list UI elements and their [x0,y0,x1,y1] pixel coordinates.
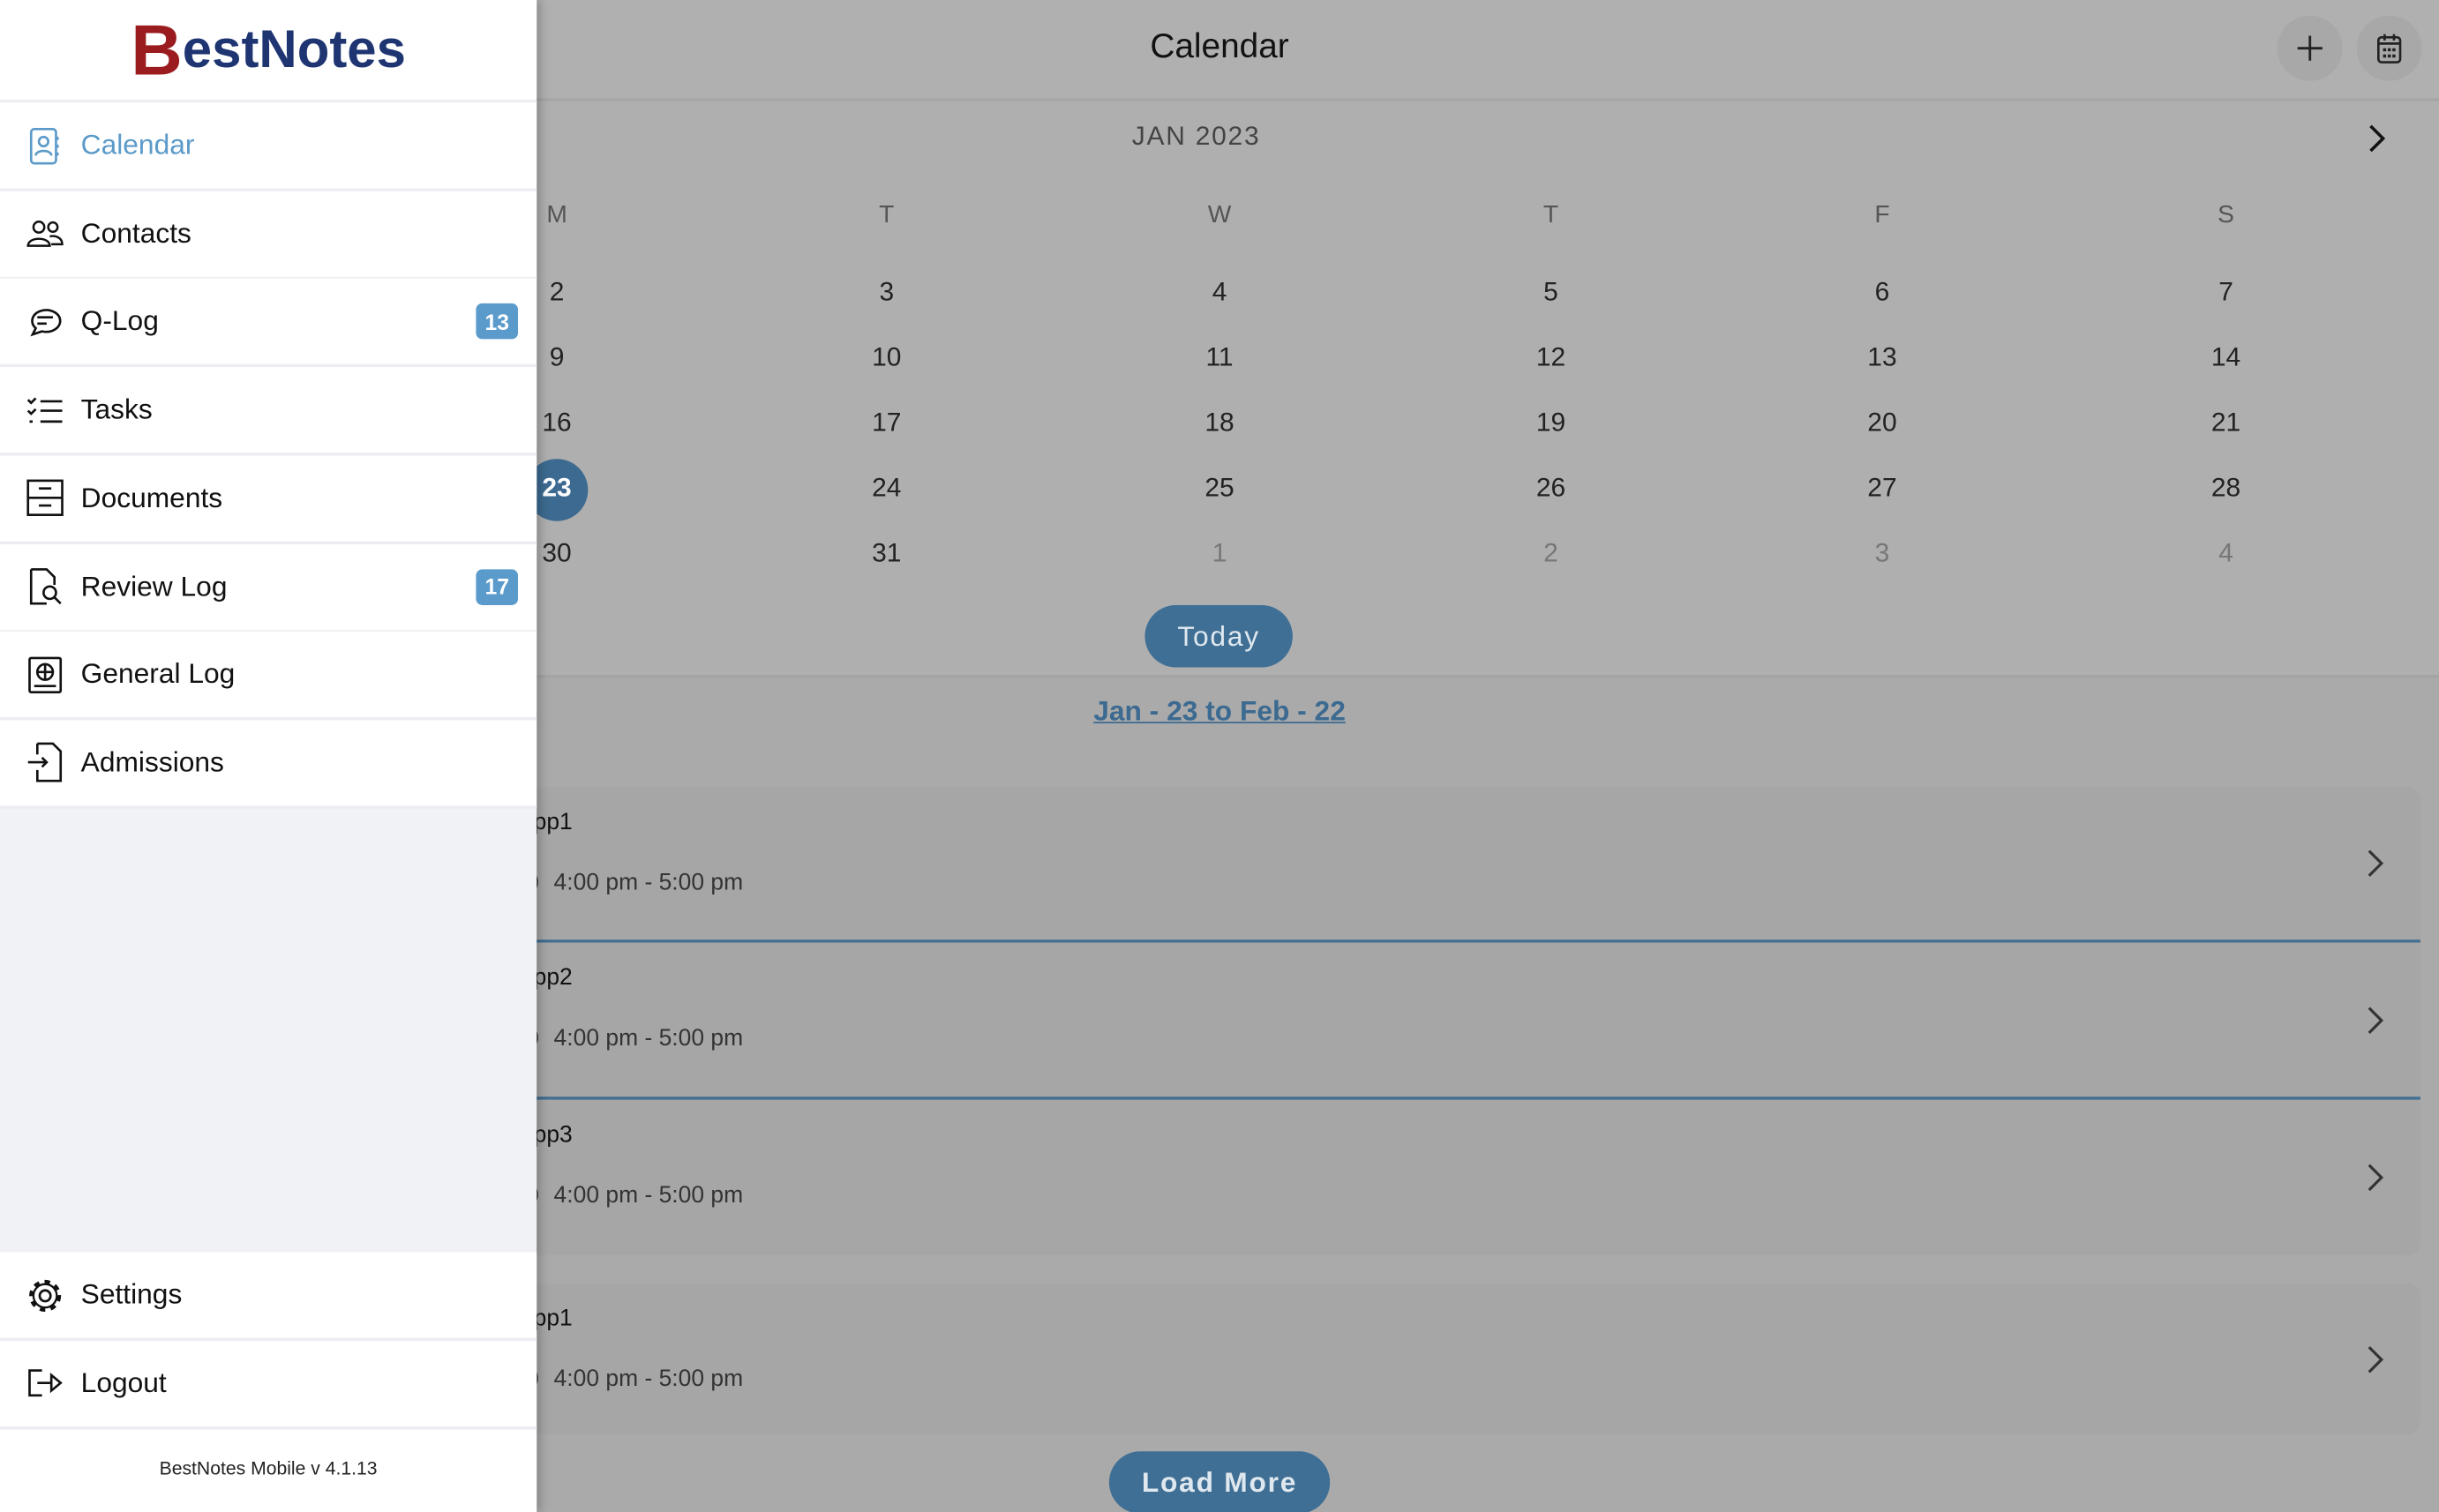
event-title: pp2 [533,964,573,992]
sidebar-item-q-log[interactable]: Q-Log 13 [0,279,537,368]
sidebar-item-calendar[interactable]: Calendar [0,102,537,191]
calendar-day[interactable]: 19 [1505,408,1598,438]
weekday-header: T [879,202,895,229]
sidebar-item-label: Calendar [80,129,195,161]
sidebar-item-contacts[interactable]: Contacts [0,191,537,280]
event-title: pp1 [533,808,573,835]
count-badge: 13 [476,303,519,341]
calendar-day[interactable]: 4 [1173,277,1266,308]
event-card[interactable]: pp1 4:00 pm - 5:00 pm [498,1283,2420,1434]
contact-book-icon [25,125,65,166]
app-screen: Calendar JAN 2023 M T W T F S 2 3 4 5 6 7 9 10 11 12 13 1… [0,0,2439,1512]
calendar-day[interactable]: 17 [840,408,934,438]
chevron-right-icon [2364,1162,2386,1201]
event-title: pp3 [533,1121,573,1149]
calendar-day[interactable]: 12 [1505,342,1598,373]
calendar-day[interactable]: 10 [840,342,934,373]
add-button[interactable] [2277,15,2343,81]
calendar-day[interactable]: 27 [1835,473,1929,504]
calendar-day[interactable]: 26 [1505,473,1598,504]
calendar-picker-button[interactable] [2356,15,2422,81]
plus-icon [2297,35,2323,61]
sidebar-item-label: Contacts [80,217,191,249]
sidebar-item-settings[interactable]: Settings [0,1252,537,1342]
sidebar-item-general-log[interactable]: General Log [0,632,537,721]
sidebar-item-admissions[interactable]: Admissions [0,720,537,809]
event-time: 4:00 pm - 5:00 pm [553,1366,744,1393]
sidebar-item-label: Tasks [80,393,153,425]
calendar-day[interactable]: 25 [1173,473,1266,504]
calendar-day[interactable]: 13 [1835,342,1929,373]
sidebar: BestNotes Calendar Contacts Q-Log 13 Tasks Do… [0,0,537,1512]
event-time: 4:00 pm - 5:00 pm [553,1025,744,1052]
sidebar-item-label: Admissions [80,746,224,778]
weekday-header: W [1207,202,1232,229]
sidebar-item-tasks[interactable]: Tasks [0,367,537,456]
today-button[interactable]: Today [1144,604,1293,668]
logo: BestNotes [0,0,537,103]
sidebar-item-logout[interactable]: Logout [0,1340,537,1430]
calendar-day[interactable]: 6 [1835,277,1929,308]
event-card[interactable]: pp3 4:00 pm - 5:00 pm [498,1099,2420,1256]
users-icon [25,213,65,254]
calendar-day[interactable]: 24 [840,473,934,504]
calendar-day[interactable]: 5 [1505,277,1598,308]
month-label: JAN 2023 [1131,121,1261,152]
logout-icon [25,1363,65,1403]
count-badge: 17 [476,568,519,605]
sidebar-item-review-log[interactable]: Review Log 17 [0,543,537,632]
calendar-day[interactable]: 20 [1835,408,1929,438]
version-text: BestNotes Mobile v 4.1.13 [0,1426,537,1512]
chevron-right-icon [2364,1344,2386,1382]
cabinet-icon [25,478,65,519]
next-month-chevron-icon[interactable] [2364,122,2389,156]
calendar-day[interactable]: 21 [2180,408,2273,438]
weekday-header: T [1542,202,1559,229]
sidebar-item-label: Settings [80,1278,183,1310]
chevron-right-icon [2364,1004,2386,1043]
event-time: 4:00 pm - 5:00 pm [553,1182,744,1209]
sidebar-item-label: Logout [80,1366,167,1398]
calendar-day[interactable]: 1 [1173,538,1266,569]
chat-icon [25,302,65,342]
document-search-icon [25,566,65,607]
file-import-icon [25,743,65,783]
calendar-day[interactable]: 7 [2180,277,2273,308]
event-card[interactable]: pp2 4:00 pm - 5:00 pm [498,942,2420,1100]
date-range-link[interactable]: Jan - 23 to Feb - 22 [934,695,1506,728]
calendar-day[interactable]: 11 [1173,342,1266,373]
event-title: pp1 [533,1305,573,1332]
globe-book-icon [25,655,65,695]
checklist-icon [25,390,65,430]
sidebar-item-label: Review Log [80,570,228,602]
sidebar-item-label: Q-Log [80,305,159,337]
sidebar-item-label: General Log [80,658,236,690]
load-more-button[interactable]: Load More [1108,1451,1331,1512]
event-card[interactable]: pp1 4:00 pm - 5:00 pm [498,787,2420,943]
calendar-day[interactable]: 28 [2180,473,2273,504]
calendar-day[interactable]: 14 [2180,342,2273,373]
gear-icon [25,1275,65,1315]
sidebar-item-label: Documents [80,482,223,513]
weekday-header: F [1874,202,1890,229]
calendar-day[interactable]: 2 [1505,538,1598,569]
calendar-icon [2376,34,2402,64]
calendar-day[interactable]: 4 [2180,538,2273,569]
event-time: 4:00 pm - 5:00 pm [553,869,744,896]
calendar-day[interactable]: 18 [1173,408,1266,438]
calendar-day[interactable]: 31 [840,538,934,569]
calendar-day[interactable]: 3 [1835,538,1929,569]
weekday-header: S [2218,202,2234,229]
chevron-right-icon [2364,848,2386,887]
calendar-day[interactable]: 3 [840,277,934,308]
sidebar-item-documents[interactable]: Documents [0,455,537,544]
